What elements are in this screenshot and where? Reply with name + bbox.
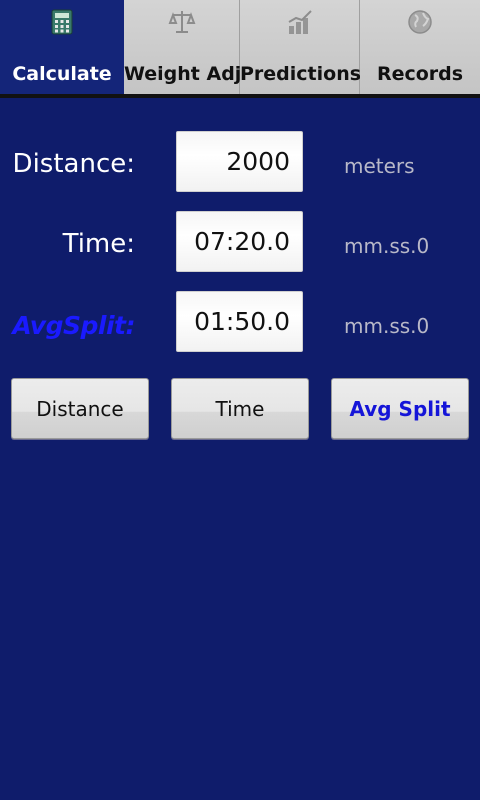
scale-icon xyxy=(168,11,195,33)
avgsplit-unit: mm.ss.0 xyxy=(344,314,430,338)
calc-avgsplit-button[interactable]: Avg Split xyxy=(331,378,469,439)
chart-icon xyxy=(288,10,312,34)
tab-calculate[interactable]: Calculate xyxy=(0,0,124,96)
tab-weight-adj[interactable]: Weight Adj xyxy=(124,0,242,96)
tab-calculate-label: Calculate xyxy=(12,63,112,85)
tab-records-label: Records xyxy=(376,63,464,85)
tab-records[interactable]: Records xyxy=(360,0,480,96)
time-field[interactable]: 07:20.0 xyxy=(176,211,303,272)
time-label: Time: xyxy=(62,229,135,259)
calc-distance-button[interactable]: Distance xyxy=(11,378,149,439)
distance-label: Distance: xyxy=(12,149,135,179)
distance-field[interactable]: 2000 xyxy=(176,131,303,192)
tab-predictions[interactable]: Predictions xyxy=(240,0,362,96)
time-unit: mm.ss.0 xyxy=(344,234,430,258)
calc-time-button[interactable]: Time xyxy=(171,378,309,439)
avgsplit-field[interactable]: 01:50.0 xyxy=(176,291,303,352)
tab-weight-adj-label: Weight Adj xyxy=(124,63,242,85)
calculator-icon xyxy=(51,9,73,35)
tab-predictions-label: Predictions xyxy=(240,63,362,85)
globe-icon xyxy=(408,10,432,34)
tab-divider xyxy=(0,94,480,98)
distance-unit: meters xyxy=(344,154,415,178)
tab-bar: Calculate Weight Adj Predictions Records xyxy=(0,0,480,96)
avgsplit-label: AvgSplit: xyxy=(12,311,135,340)
